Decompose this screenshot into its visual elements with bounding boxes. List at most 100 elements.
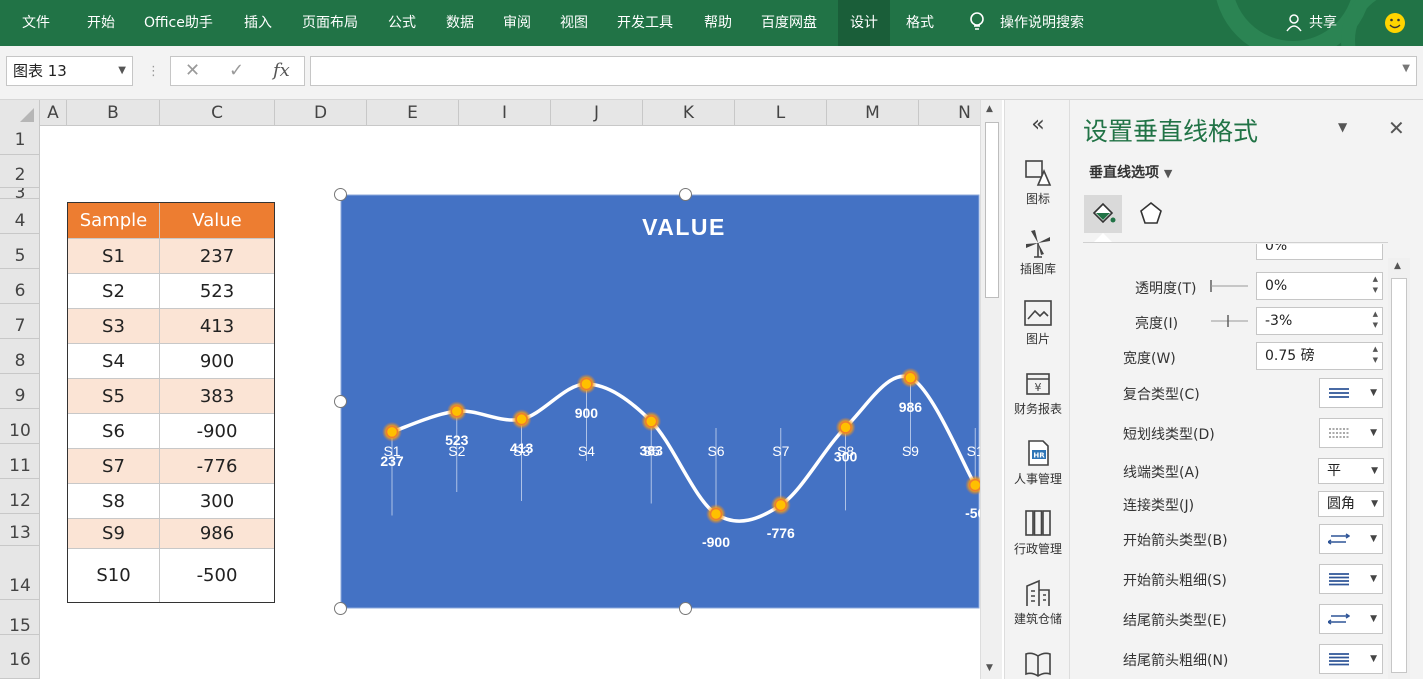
chevron-down-icon[interactable]: ▼ xyxy=(1370,419,1377,447)
share-button[interactable]: 共享 xyxy=(1309,0,1337,46)
spinner-icon[interactable]: ▲ ▼ xyxy=(1373,274,1378,296)
data-point[interactable] xyxy=(450,404,464,418)
fill-line-tab[interactable] xyxy=(1084,195,1122,233)
data-point[interactable] xyxy=(774,498,788,512)
chevron-down-icon[interactable]: ▼ xyxy=(1402,63,1410,74)
width-input[interactable]: 0.75 磅 ▲ ▼ xyxy=(1256,342,1383,370)
table-cell[interactable]: 300 xyxy=(160,484,274,518)
row-header-3[interactable]: 3 xyxy=(0,188,40,199)
table-cell[interactable]: S6 xyxy=(68,414,160,448)
data-label[interactable]: 900 xyxy=(575,405,599,421)
insert-function-icon[interactable]: fx xyxy=(273,60,290,81)
tool-icons[interactable]: 图标 xyxy=(1005,158,1071,207)
tool-pictures[interactable]: 图片 xyxy=(1005,298,1071,347)
chevron-down-icon[interactable]: ▼ xyxy=(1370,645,1377,673)
table-cell[interactable]: S3 xyxy=(68,309,160,343)
drag-handle-icon[interactable]: ⋮ xyxy=(147,64,160,79)
category-label[interactable]: S9 xyxy=(902,443,919,459)
tab-view[interactable]: 视图 xyxy=(560,0,588,46)
row-header-15[interactable]: 15 xyxy=(0,600,40,636)
tool-construction-warehouse[interactable]: 建筑仓储 xyxy=(1005,578,1071,627)
tab-design[interactable]: 设计 xyxy=(838,0,890,46)
brightness-slider[interactable] xyxy=(1210,314,1250,328)
dash-type-dropdown[interactable]: ▼ xyxy=(1319,418,1383,448)
resize-handle-top[interactable] xyxy=(679,188,692,201)
scroll-thumb[interactable] xyxy=(985,122,999,298)
chevron-down-icon[interactable]: ▼ xyxy=(1370,605,1377,633)
category-label[interactable]: S6 xyxy=(707,443,724,459)
tab-formulas[interactable]: 公式 xyxy=(388,0,416,46)
chevron-down-icon[interactable]: ▼ xyxy=(1370,565,1377,593)
effects-tab[interactable] xyxy=(1132,195,1170,233)
tab-help[interactable]: 帮助 xyxy=(704,0,732,46)
pane-subtitle[interactable]: 垂直线选项 ▼ xyxy=(1089,162,1172,182)
table-cell[interactable]: 237 xyxy=(160,239,274,273)
resize-handle-left[interactable] xyxy=(334,395,347,408)
collapse-icon[interactable]: « xyxy=(1005,112,1071,137)
chevron-down-icon[interactable]: ▼ xyxy=(118,57,126,85)
tab-baidu-netdisk[interactable]: 百度网盘 xyxy=(761,0,817,46)
tell-me-search[interactable]: 操作说明搜索 xyxy=(1000,0,1084,46)
data-point[interactable] xyxy=(968,478,980,492)
begin-arrow-size-dropdown[interactable]: ▼ xyxy=(1319,564,1383,594)
table-cell[interactable]: 900 xyxy=(160,344,274,378)
scroll-thumb[interactable] xyxy=(1391,278,1407,673)
tab-data[interactable]: 数据 xyxy=(446,0,474,46)
sheet-vertical-scrollbar[interactable]: ▲ ▼ xyxy=(980,100,1002,679)
table-cell[interactable]: 413 xyxy=(160,309,274,343)
compound-type-dropdown[interactable]: ▼ xyxy=(1319,378,1383,408)
table-cell[interactable]: S1 xyxy=(68,239,160,273)
close-icon[interactable]: ✕ xyxy=(1388,116,1405,140)
column-header-n[interactable]: N xyxy=(919,100,980,126)
row-header-14[interactable]: 14 xyxy=(0,546,40,600)
table-cell[interactable]: S4 xyxy=(68,344,160,378)
row-header-16[interactable]: 16 xyxy=(0,635,40,679)
tab-file[interactable]: 文件 xyxy=(22,0,50,46)
tool-illustration-library[interactable]: 插图库 xyxy=(1005,228,1071,277)
column-header-a[interactable]: A xyxy=(40,100,67,126)
table-cell[interactable]: S5 xyxy=(68,379,160,413)
chevron-down-icon[interactable]: ▼ xyxy=(1371,492,1378,516)
table-cell[interactable]: S10 xyxy=(68,549,160,602)
column-header-e[interactable]: E xyxy=(367,100,459,126)
resize-handle-bottom-left[interactable] xyxy=(334,602,347,615)
tab-insert[interactable]: 插入 xyxy=(244,0,272,46)
table-cell[interactable]: -776 xyxy=(160,449,274,483)
column-header-l[interactable]: L xyxy=(735,100,827,126)
data-point[interactable] xyxy=(839,421,852,434)
spinner-icon[interactable]: ▲ ▼ xyxy=(1373,309,1378,331)
table-header-sample[interactable]: Sample xyxy=(68,203,160,238)
pane-options-chevron-icon[interactable]: ▼ xyxy=(1338,120,1347,134)
tab-home[interactable]: 开始 xyxy=(87,0,115,46)
column-header-m[interactable]: M xyxy=(827,100,919,126)
scroll-down-icon[interactable]: ▼ xyxy=(986,663,993,673)
table-cell[interactable]: S8 xyxy=(68,484,160,518)
chevron-down-icon[interactable]: ▼ xyxy=(1164,167,1172,180)
table-cell[interactable]: S2 xyxy=(68,274,160,308)
data-point[interactable] xyxy=(385,425,399,439)
tool-hr-management[interactable]: HR 人事管理 xyxy=(1005,438,1071,487)
row-header-12[interactable]: 12 xyxy=(0,479,40,514)
data-label[interactable]: -776 xyxy=(767,525,795,541)
resize-handle-top-left[interactable] xyxy=(334,188,347,201)
table-cell[interactable]: 523 xyxy=(160,274,274,308)
scroll-up-icon[interactable]: ▲ xyxy=(986,104,993,114)
data-label[interactable]: -50 xyxy=(965,505,980,521)
tab-review[interactable]: 审阅 xyxy=(503,0,531,46)
tool-admin-management[interactable]: 行政管理 xyxy=(1005,508,1071,557)
table-header-value[interactable]: Value xyxy=(160,203,274,238)
row-header-10[interactable]: 10 xyxy=(0,409,40,444)
category-label[interactable]: S4 xyxy=(578,443,595,459)
formula-input[interactable]: ▼ xyxy=(310,56,1417,86)
transparency-input[interactable]: 0% ▲ ▼ xyxy=(1256,272,1383,300)
resize-handle-bottom[interactable] xyxy=(679,602,692,615)
line-chart[interactable]: VALUE 237523413900383-900-776300986-50 S… xyxy=(334,188,980,615)
table-cell[interactable]: 383 xyxy=(160,379,274,413)
row-header-7[interactable]: 7 xyxy=(0,304,40,339)
enter-icon[interactable]: ✓ xyxy=(229,60,244,81)
row-header-11[interactable]: 11 xyxy=(0,444,40,479)
begin-arrow-type-dropdown[interactable]: ▼ xyxy=(1319,524,1383,554)
row-header-6[interactable]: 6 xyxy=(0,269,40,304)
chart-area[interactable] xyxy=(340,194,980,609)
tab-developer[interactable]: 开发工具 xyxy=(617,0,673,46)
